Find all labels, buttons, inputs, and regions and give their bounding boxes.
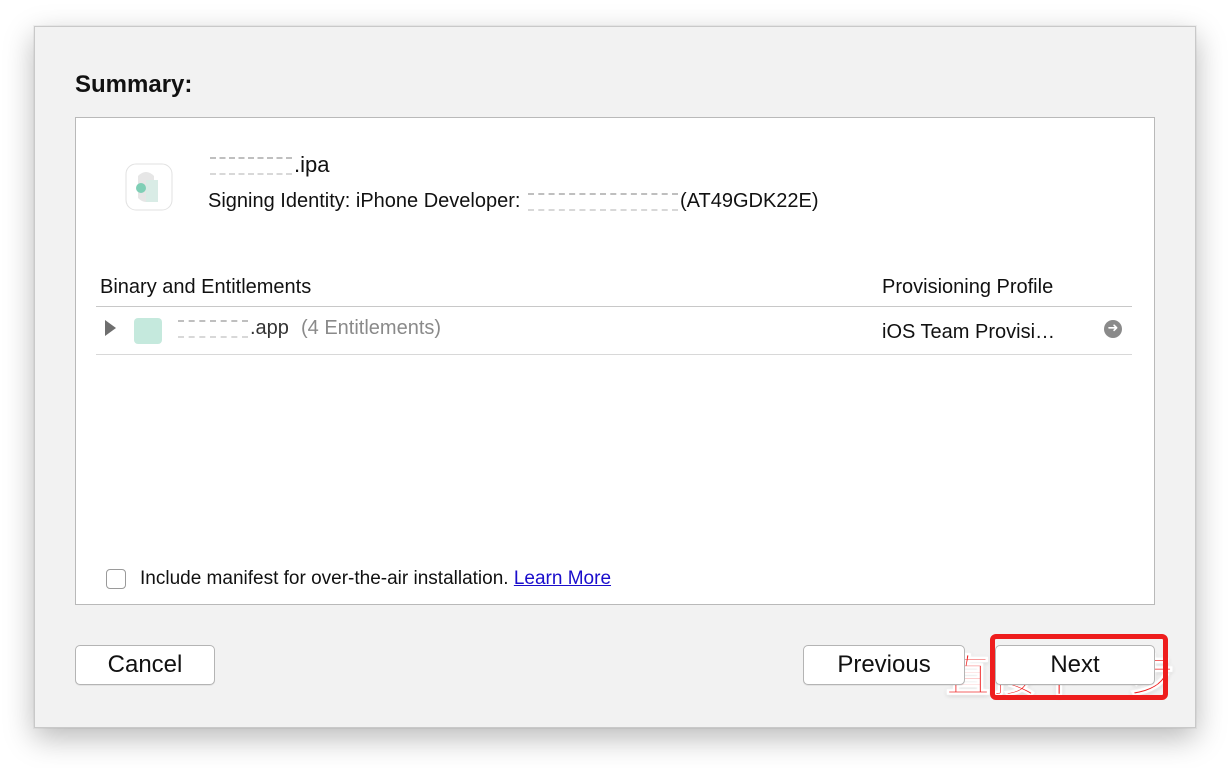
app-icon <box>134 318 162 344</box>
disclosure-triangle-icon[interactable] <box>105 320 116 336</box>
cancel-button[interactable]: Cancel <box>75 645 215 685</box>
summary-heading: Summary: <box>75 71 193 98</box>
learn-more-link[interactable]: Learn More <box>514 568 611 589</box>
signing-identity: Signing Identity: iPhone Developer: (AT4… <box>208 190 819 212</box>
provisioning-profile-cell: iOS Team Provisi… <box>882 321 1056 343</box>
app-icon <box>125 163 173 211</box>
header-divider <box>96 306 1132 307</box>
previous-button[interactable]: Previous <box>803 645 965 685</box>
annotation-highlight-box <box>990 634 1168 700</box>
app-name: .app <box>176 317 289 340</box>
export-dialog: Summary: .ipa Signing Identity: iPhone D… <box>34 26 1196 728</box>
redaction-mark <box>527 192 678 211</box>
manifest-checkbox[interactable] <box>106 569 126 589</box>
summary-panel: .ipa Signing Identity: iPhone Developer:… <box>75 117 1175 703</box>
entitlements-count: (4 Entitlements) <box>301 317 442 339</box>
arrow-right-circle-icon[interactable]: ➜ <box>1104 320 1122 338</box>
manifest-label: Include manifest for over-the-air instal… <box>140 568 612 589</box>
column-header-profile: Provisioning Profile <box>882 276 1054 298</box>
redaction-mark <box>178 319 248 338</box>
table-row[interactable]: .app (4 Entitlements) iOS Team Provisi… … <box>96 308 1132 355</box>
redaction-mark <box>210 157 292 176</box>
ipa-filename: .ipa <box>208 152 329 178</box>
column-header-binary: Binary and Entitlements <box>100 276 312 298</box>
